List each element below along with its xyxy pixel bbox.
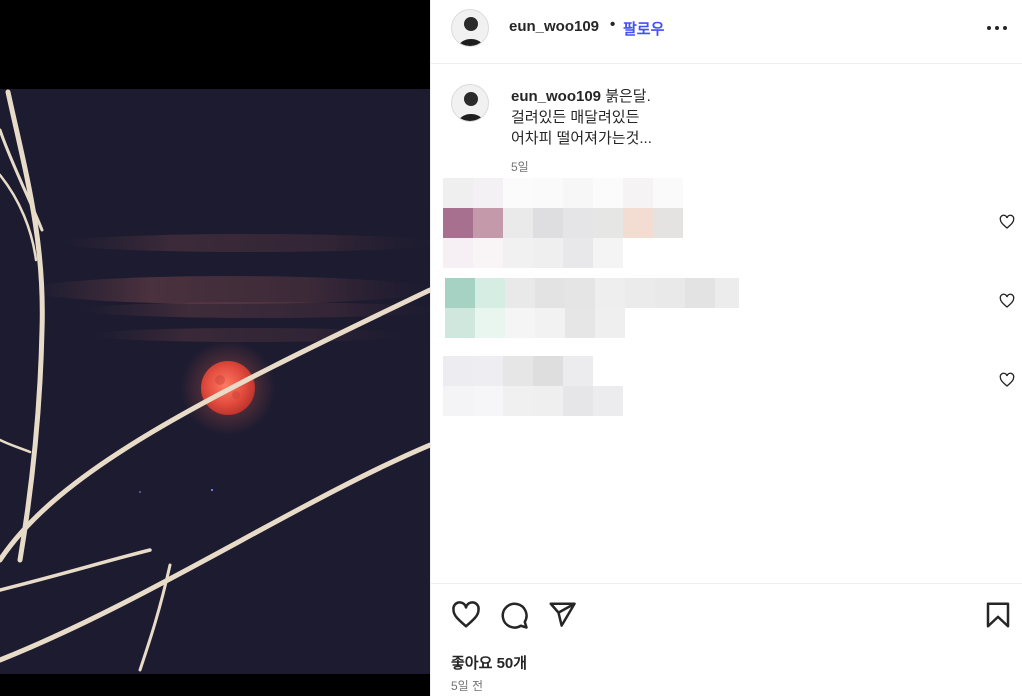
blurred-comment-1b bbox=[443, 208, 683, 238]
separator-dot: • bbox=[610, 16, 616, 33]
post-details-panel: eun_woo109 • 팔로우 eun_woo109 붉은달. 걸려있든 매달… bbox=[430, 0, 1022, 696]
caption-text: eun_woo109 붉은달. 걸려있든 매달려있든 어차피 떨어져가는것... bbox=[511, 86, 951, 149]
red-moon-photo bbox=[0, 0, 430, 696]
posted-time: 5일 전 bbox=[451, 679, 484, 693]
comment-like-heart-icon[interactable] bbox=[999, 214, 1015, 230]
send-icon[interactable] bbox=[547, 600, 577, 630]
comment-like-heart-icon[interactable] bbox=[999, 293, 1015, 309]
follow-button[interactable]: 팔로우 bbox=[623, 18, 664, 39]
comment-icon[interactable] bbox=[499, 600, 529, 630]
blurred-comment-3 bbox=[443, 356, 593, 386]
more-options-icon[interactable] bbox=[983, 18, 1011, 38]
blurred-comment-1 bbox=[443, 178, 683, 208]
caption-time: 5일 bbox=[511, 160, 529, 174]
username-link[interactable]: eun_woo109 bbox=[509, 18, 599, 35]
post-header: eun_woo109 • 팔로우 bbox=[431, 0, 1022, 64]
bookmark-icon[interactable] bbox=[983, 600, 1013, 630]
post-actions: 좋아요 50개 5일 전 bbox=[431, 583, 1022, 696]
caption-username[interactable]: eun_woo109 bbox=[511, 88, 601, 105]
post-media[interactable] bbox=[0, 0, 430, 696]
blurred-comment-1c bbox=[443, 238, 623, 268]
heart-icon[interactable] bbox=[451, 600, 481, 630]
likes-count[interactable]: 좋아요 50개 bbox=[451, 652, 527, 673]
avatar[interactable] bbox=[451, 9, 489, 47]
blurred-comment-2b bbox=[445, 308, 625, 338]
comment-like-heart-icon[interactable] bbox=[999, 372, 1015, 388]
caption-line-3: 어차피 떨어져가는것... bbox=[511, 130, 652, 147]
caption-line-1: 붉은달. bbox=[601, 88, 651, 105]
blurred-comment-3b bbox=[443, 386, 623, 416]
caption-avatar[interactable] bbox=[451, 84, 489, 122]
caption-line-2: 걸려있든 매달려있든 bbox=[511, 109, 640, 126]
blurred-comment-2 bbox=[445, 278, 739, 308]
